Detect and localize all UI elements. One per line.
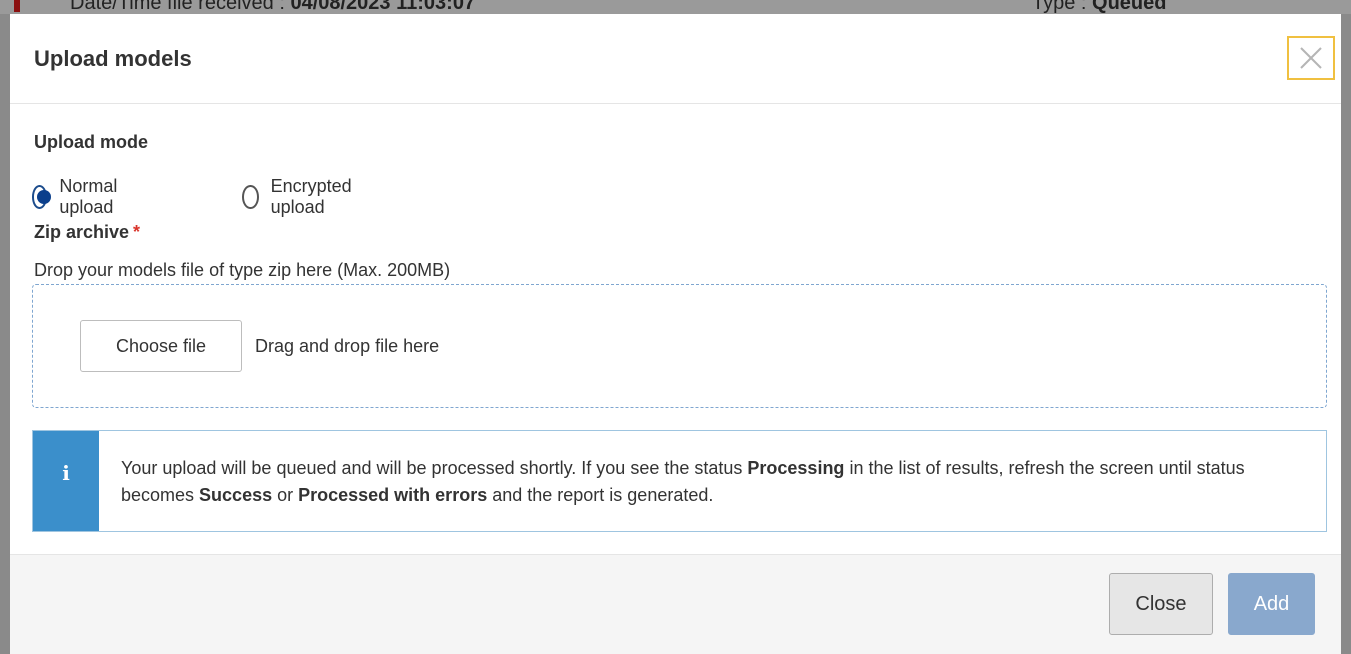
upload-mode-label: Upload mode (34, 132, 149, 152)
received-datetime: Date/Time file received : 04/08/2023 11:… (70, 0, 476, 14)
dialog-title: Upload models (34, 46, 192, 71)
drag-drop-text: Drag and drop file here (255, 336, 440, 356)
choose-file-button[interactable]: Choose file (80, 320, 242, 372)
info-message: Your upload will be queued and will be p… (121, 458, 1245, 505)
required-marker: * (133, 222, 141, 242)
zip-archive-label: Zip archive * (34, 222, 141, 242)
radio-encrypted-upload-label: Encrypted upload (270, 176, 352, 217)
info-sidebar: i (33, 431, 99, 531)
status-marker (14, 0, 20, 12)
radio-normal-upload-label: Normal upload (59, 176, 118, 217)
close-button[interactable]: Close (1109, 573, 1213, 635)
close-icon (1300, 47, 1322, 69)
dialog-footer: Close Add (10, 554, 1341, 654)
dropzone-hint: Drop your models file of type zip here (… (34, 260, 451, 280)
file-type: Type : Queued (1032, 0, 1167, 14)
close-dialog-button[interactable] (1287, 36, 1335, 80)
radio-normal-upload[interactable]: Normal upload (32, 176, 126, 218)
radio-encrypted-upload[interactable]: Encrypted upload (242, 176, 359, 218)
info-alert: i Your upload will be queued and will be… (32, 430, 1327, 532)
upload-models-dialog: Upload models Upload mode Normal upload … (10, 14, 1341, 654)
radio-button-checked[interactable] (32, 185, 52, 209)
radio-button-unchecked[interactable] (242, 185, 259, 209)
add-button[interactable]: Add (1228, 573, 1315, 635)
dialog-header: Upload models (10, 14, 1341, 104)
file-dropzone[interactable]: Choose file Drag and drop file here (32, 284, 1327, 408)
background-page: Date/Time file received : 04/08/2023 11:… (0, 0, 1351, 14)
info-icon: i (62, 461, 70, 485)
